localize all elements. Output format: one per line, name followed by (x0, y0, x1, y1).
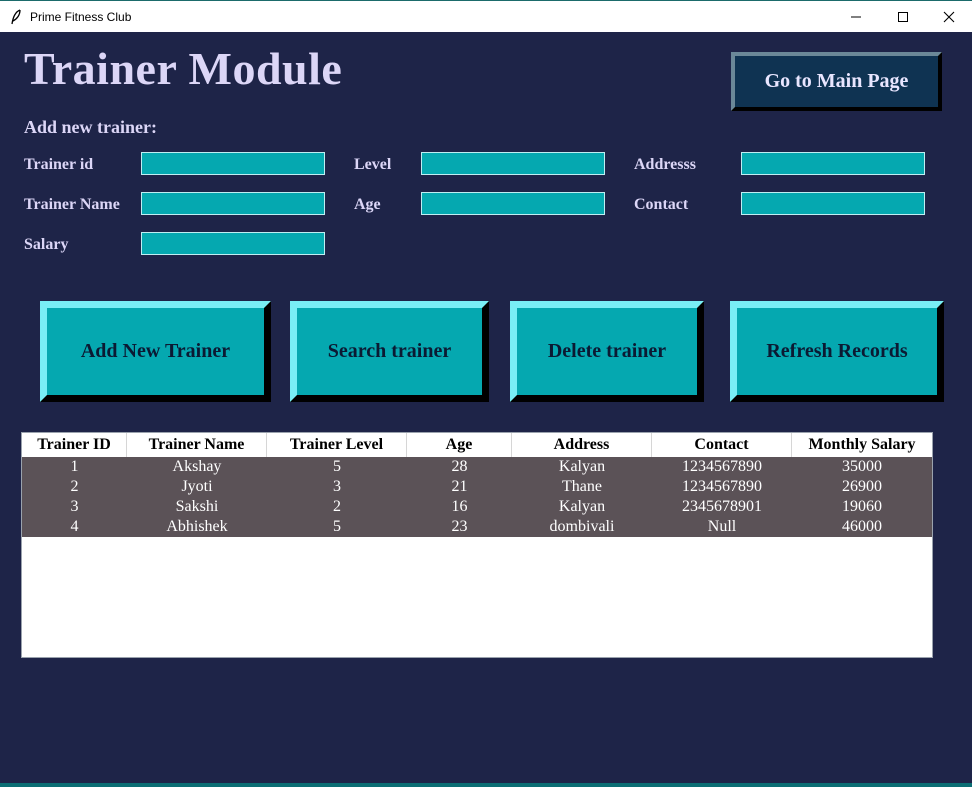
trainer-records-table[interactable]: Trainer ID Trainer Name Trainer Level Ag… (21, 432, 933, 658)
table-cell: Thane (562, 478, 602, 495)
table-cell: 46000 (842, 518, 882, 535)
table-cell: 3 (70, 498, 79, 515)
trainer-id-label: Trainer id (24, 156, 94, 173)
table-cell: 2 (70, 478, 79, 495)
table-cell: 4 (70, 518, 79, 535)
table-cell: 1 (70, 458, 79, 475)
table-cell: 1234567890 (682, 458, 762, 475)
table-row[interactable]: 2 Jyoti 3 21 Thane 1234567890 26900 (22, 477, 932, 497)
table-cell: 3 (333, 478, 341, 495)
table-cell: dombivali (549, 518, 615, 535)
address-label: Addresss (634, 156, 696, 173)
table-cell: Null (707, 518, 737, 535)
search-trainer-button[interactable]: Search trainer (290, 301, 489, 402)
section-heading: Add new trainer: (24, 117, 157, 137)
maximize-button[interactable] (880, 1, 926, 32)
table-cell: 28 (451, 458, 468, 475)
maximize-icon (898, 12, 908, 22)
page-title: Trainer Module (24, 43, 343, 94)
table-cell: 5 (333, 518, 341, 535)
table-cell: 26900 (842, 478, 882, 495)
table-cell: 23 (451, 518, 468, 535)
table-row[interactable]: 4 Abhishek 5 23 dombivali Null 46000 (22, 517, 932, 537)
salary-input[interactable] (141, 232, 325, 255)
address-input[interactable] (741, 152, 925, 175)
window-bottom-border (0, 783, 972, 787)
table-cell: 21 (451, 478, 468, 495)
window-title: Prime Fitness Club (30, 10, 132, 24)
level-label: Level (354, 156, 392, 173)
column-header[interactable]: Address (512, 433, 652, 457)
close-icon (943, 11, 955, 23)
trainer-id-input[interactable] (141, 152, 325, 175)
table-row[interactable]: 1 Akshay 5 28 Kalyan 1234567890 35000 (22, 457, 932, 477)
table-cell: Kalyan (558, 498, 606, 515)
table-cell: Kalyan (558, 458, 606, 475)
close-button[interactable] (926, 1, 972, 32)
trainer-name-label: Trainer Name (24, 196, 120, 213)
contact-input[interactable] (741, 192, 925, 215)
refresh-records-button[interactable]: Refresh Records (730, 301, 944, 402)
add-new-trainer-button[interactable]: Add New Trainer (40, 301, 271, 402)
age-input[interactable] (421, 192, 605, 215)
minimize-button[interactable] (833, 1, 879, 32)
table-cell: Sakshi (175, 498, 219, 515)
age-label: Age (354, 196, 381, 213)
table-cell: 5 (333, 458, 341, 475)
table-cell: 2345678901 (682, 498, 762, 515)
column-header[interactable]: Trainer Name (127, 433, 267, 457)
table-cell: 2 (333, 498, 341, 515)
column-header[interactable]: Age (407, 433, 512, 457)
window-title-bar: Prime Fitness Club (0, 0, 972, 32)
feather-icon (11, 9, 21, 25)
column-header[interactable]: Monthly Salary (792, 433, 932, 457)
salary-label: Salary (24, 236, 69, 253)
contact-label: Contact (634, 196, 689, 213)
minimize-icon (851, 16, 861, 18)
column-header[interactable]: Trainer Level (267, 433, 407, 457)
table-cell: 16 (451, 498, 468, 515)
column-header[interactable]: Contact (652, 433, 792, 457)
table-cell: Abhishek (166, 518, 228, 535)
table-cell: 1234567890 (682, 478, 762, 495)
delete-trainer-button[interactable]: Delete trainer (510, 301, 704, 402)
table-cell: Jyoti (181, 478, 213, 495)
table-cell: Akshay (172, 458, 222, 475)
level-input[interactable] (421, 152, 605, 175)
column-header[interactable]: Trainer ID (22, 433, 127, 457)
table-cell: 35000 (842, 458, 882, 475)
go-to-main-page-button[interactable]: Go to Main Page (731, 52, 942, 111)
table-header: Trainer ID Trainer Name Trainer Level Ag… (22, 433, 932, 457)
trainer-name-input[interactable] (141, 192, 325, 215)
table-cell: 19060 (842, 498, 882, 515)
table-row[interactable]: 3 Sakshi 2 16 Kalyan 2345678901 19060 (22, 497, 932, 517)
